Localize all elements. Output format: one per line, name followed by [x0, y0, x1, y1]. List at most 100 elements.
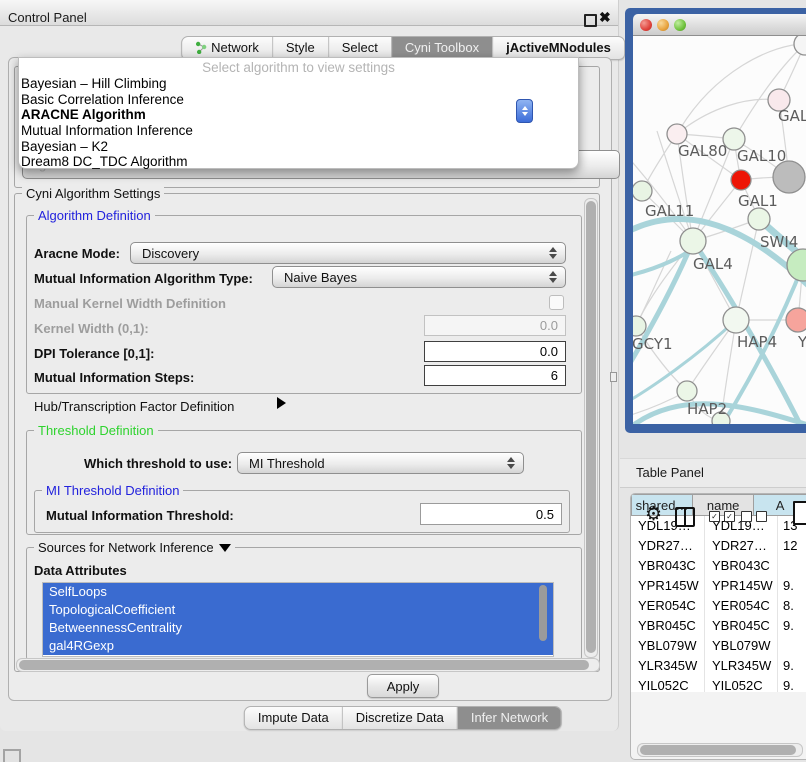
- tab-style[interactable]: Style: [272, 37, 328, 59]
- expand-arrow-icon[interactable]: [277, 397, 286, 409]
- kernel-width-label: Kernel Width (0,1):: [34, 321, 149, 336]
- data-attributes-list[interactable]: SelfLoopsTopologicalCoefficientBetweenne…: [42, 582, 554, 657]
- scrollbar-thumb[interactable]: [586, 201, 596, 653]
- network-node-gcy1[interactable]: [633, 316, 646, 336]
- mi-type-combobox[interactable]: Naive Bayes: [272, 266, 566, 288]
- list-vertical-scrollbar[interactable]: [538, 584, 548, 653]
- mi-type-value: Naive Bayes: [284, 270, 357, 285]
- table-cell: YBR043C: [631, 556, 705, 576]
- mi-threshold-field[interactable]: 0.5: [420, 503, 562, 525]
- tab-label: Style: [286, 40, 315, 55]
- close-icon[interactable]: ✖: [599, 9, 611, 26]
- settings-horizontal-scrollbar[interactable]: [16, 658, 600, 672]
- dpi-tolerance-field[interactable]: 0.0: [424, 341, 566, 362]
- network-node-gal11[interactable]: [633, 181, 652, 201]
- network-node[interactable]: [773, 161, 805, 193]
- scrollbar-thumb[interactable]: [19, 660, 589, 670]
- network-node-gal4[interactable]: [680, 228, 706, 254]
- combobox-stepper-icon[interactable]: [516, 99, 533, 123]
- table-cell: YLR345W: [631, 656, 705, 676]
- algorithm-option-basic-correlation-inference[interactable]: Basic Correlation Inference: [19, 92, 578, 108]
- node-label-y: Y: [798, 333, 806, 351]
- apply-button[interactable]: Apply: [367, 674, 439, 698]
- algorithm-option-bayesian-hill-climbing[interactable]: Bayesian – Hill Climbing: [19, 76, 578, 92]
- table-cell: 9.: [778, 676, 806, 692]
- table-cell: YBL079W: [705, 636, 778, 656]
- network-node-hap2[interactable]: [677, 381, 697, 401]
- close-traffic-light-icon[interactable]: [640, 19, 652, 31]
- table-cell: 9.: [778, 616, 806, 636]
- network-node-gal80[interactable]: [667, 124, 687, 144]
- algorithm-option-mutual-information-inference[interactable]: Mutual Information Inference: [19, 123, 578, 139]
- kernel-width-field[interactable]: 0.0: [424, 315, 566, 336]
- minimize-traffic-light-icon[interactable]: [657, 19, 669, 31]
- algorithm-option-bayesian-k2[interactable]: Bayesian – K2: [19, 139, 578, 155]
- network-node-swi4[interactable]: [748, 208, 770, 230]
- which-threshold-combobox[interactable]: MI Threshold: [237, 452, 524, 474]
- scrollbar-thumb[interactable]: [539, 585, 547, 641]
- table-row[interactable]: YBL079WYBL079W: [631, 636, 806, 656]
- table-cell: 8.: [778, 596, 806, 616]
- network-node-gal1[interactable]: [731, 170, 751, 190]
- table-row[interactable]: YBR043CYBR043C: [631, 556, 806, 576]
- tab-impute-data[interactable]: Impute Data: [245, 707, 342, 729]
- mi-steps-field[interactable]: 6: [424, 365, 566, 386]
- table-row[interactable]: YER054CYER054C8.: [631, 596, 806, 616]
- table-row[interactable]: YPR145WYPR145W9.: [631, 576, 806, 596]
- table-row[interactable]: YBR045CYBR045C9.: [631, 616, 806, 636]
- table-panel-title: Table Panel: [636, 465, 704, 480]
- combobox-arrows-icon: [549, 247, 557, 259]
- attribute-item-betweennesscentrality[interactable]: BetweennessCentrality: [43, 619, 553, 637]
- table-row[interactable]: YLR345WYLR345W9.: [631, 656, 806, 676]
- network-canvas[interactable]: GALGAL80GAL10GAL1GAL11SWI4GAL4HAP4YGCY1H…: [633, 36, 806, 424]
- zoom-traffic-light-icon[interactable]: [674, 19, 686, 31]
- tab-infer-network[interactable]: Infer Network: [457, 707, 561, 729]
- network-edge[interactable]: [677, 99, 779, 134]
- scrollbar-thumb[interactable]: [640, 745, 796, 755]
- mi-type-label: Mutual Information Algorithm Type:: [34, 271, 253, 286]
- network-graph: [633, 36, 806, 424]
- settings-vertical-scrollbar[interactable]: [584, 198, 598, 658]
- tab-network[interactable]: Network: [182, 37, 272, 59]
- hub-definition-label: Hub/Transcription Factor Definition: [34, 399, 234, 414]
- float-window-icon[interactable]: [584, 14, 597, 27]
- tab-jactivemnodules[interactable]: jActiveMNodules: [492, 37, 624, 59]
- collapse-arrow-icon[interactable]: [219, 544, 231, 552]
- aracne-mode-combobox[interactable]: Discovery: [130, 242, 566, 264]
- panel-splitter-handle[interactable]: [610, 372, 617, 382]
- gear-icon[interactable]: ⚙: [645, 503, 662, 525]
- manual-kernel-checkbox[interactable]: [549, 295, 564, 310]
- algorithm-option-dream8-dc-tdc-algorithm[interactable]: Dream8 DC_TDC Algorithm: [19, 154, 578, 170]
- tab-cyni-toolbox[interactable]: Cyni Toolbox: [391, 37, 492, 59]
- manual-kernel-label: Manual Kernel Width Definition: [34, 296, 226, 311]
- table-cell: YBR043C: [705, 556, 778, 576]
- tab-discretize-data[interactable]: Discretize Data: [342, 707, 457, 729]
- tab-label: Cyni Toolbox: [405, 40, 479, 55]
- attribute-item-gal4rgexp[interactable]: gal4RGexp: [43, 637, 553, 655]
- checked-box-icon: ✓: [724, 511, 735, 522]
- tab-label: jActiveMNodules: [506, 40, 611, 55]
- minimized-panel-icon[interactable]: [3, 749, 21, 762]
- table-row[interactable]: YIL052CYIL052C9.: [631, 676, 806, 692]
- table-cell: [778, 636, 806, 656]
- export-table-icon[interactable]: [793, 501, 806, 525]
- deselect-all-columns-icon[interactable]: [741, 511, 767, 522]
- table-cell: YLR345W: [705, 656, 778, 676]
- algorithm-option-aracne-algorithm[interactable]: ARACNE Algorithm: [19, 107, 578, 123]
- attribute-item-selfloops[interactable]: SelfLoops: [43, 583, 553, 601]
- select-all-columns-icon[interactable]: ✓ ✓: [709, 511, 735, 522]
- tab-select[interactable]: Select: [328, 37, 391, 59]
- table-cell: YBL079W: [631, 636, 705, 656]
- network-node-hap4[interactable]: [723, 307, 749, 333]
- mi-threshold-label: Mutual Information Threshold:: [46, 508, 234, 523]
- node-label-gal10: GAL10: [737, 147, 786, 165]
- network-node-y[interactable]: [786, 308, 806, 332]
- table-cell: YPR145W: [705, 576, 778, 596]
- attribute-item-topologicalcoefficient[interactable]: TopologicalCoefficient: [43, 601, 553, 619]
- sources-title-text: Sources for Network Inference: [38, 540, 214, 555]
- algorithm-popup-placeholder: Select algorithm to view settings: [19, 60, 578, 76]
- table-horizontal-scrollbar[interactable]: [637, 743, 803, 757]
- network-node[interactable]: [787, 249, 806, 281]
- table-row[interactable]: YDR27…YDR27…12: [631, 536, 806, 556]
- split-columns-icon[interactable]: [675, 507, 695, 527]
